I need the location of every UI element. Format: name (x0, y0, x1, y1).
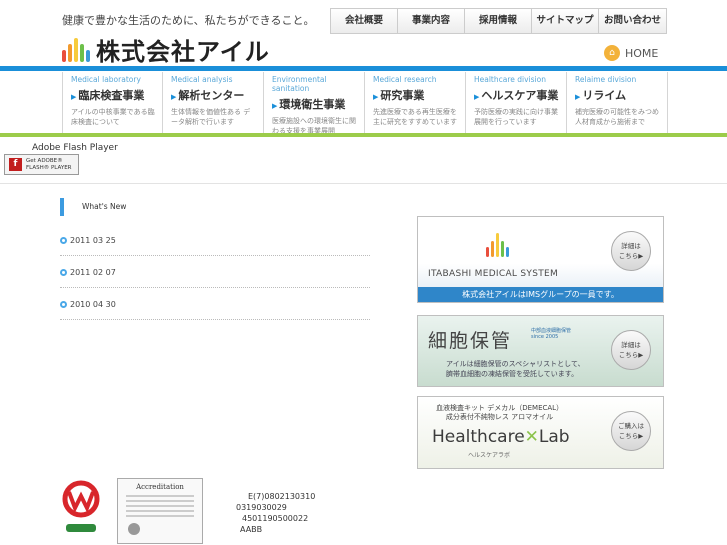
certificate-text-lines (126, 495, 194, 517)
detail-button-line1: 詳細は (621, 341, 641, 349)
division-relaime[interactable]: Relaime division リライム 補完医療の可能性をみつめ人材育成から… (567, 72, 668, 134)
home-label: HOME (625, 46, 659, 60)
detail-button-line1: 詳細は (621, 242, 641, 250)
ims-bar-text: 株式会社アイルはIMSグループの一員です。 (418, 287, 663, 302)
division-desc: 補完医療の可能性をみつめ人材育成から施術まで (575, 108, 659, 126)
brand-right: Lab (538, 427, 570, 447)
accreditation-codes: E(7)0802130310 0319030029 4501190500022 … (236, 491, 315, 535)
division-desc: アイルの中核事業である臨床検査について (71, 108, 155, 126)
badge-line2: since 2005 (531, 334, 559, 340)
news-item[interactable]: 2011 02 07 (60, 258, 370, 288)
nav-recruit[interactable]: 採用情報 (465, 9, 532, 33)
seal-icon (128, 523, 140, 535)
division-en: Relaime division (575, 75, 637, 84)
news-item[interactable]: 2011 03 25 (60, 226, 370, 256)
division-menu: Medical laboratory 臨床検査事業 アイルの中核事業である臨床検… (62, 72, 668, 135)
division-en: Healthcare division (474, 75, 546, 84)
division-jp: 環境衛生事業 (272, 96, 358, 112)
ims-name: ITABASHI MEDICAL SYSTEM (428, 269, 559, 279)
news-date: 2011 02 07 (70, 268, 116, 277)
header-band (0, 66, 727, 71)
nav-contact[interactable]: お問い合わせ (599, 9, 666, 33)
brand-cross-icon: ✕ (524, 427, 539, 447)
cell-detail-button[interactable]: 詳細は こちら▶ (611, 330, 651, 370)
accreditation-certificate: Accreditation (117, 478, 203, 544)
tagline: 健康で豊かな生活のために、私たちができること。 (62, 14, 315, 27)
division-en: Medical analysis (171, 75, 233, 84)
cell-storage-title: 細胞保管 (428, 330, 513, 352)
certificate-title: Accreditation (136, 483, 184, 491)
ims-detail-button[interactable]: 詳細は こちら▶ (611, 231, 651, 271)
code-line: 0319030029 (236, 503, 287, 512)
division-medical-research[interactable]: Medical research 研究事業 先進医療である再生医療を主に研究をす… (365, 72, 466, 134)
division-desc: 予防医療の実践に向け事業展開を行っています (474, 108, 558, 126)
news-date: 2010 04 30 (70, 300, 116, 309)
circle-bullet-icon (60, 301, 67, 308)
award-logo-icon (62, 480, 100, 532)
division-en: Medical research (373, 75, 437, 84)
healthcare-top-line2: 成分表付不純物レス アロマオイル (445, 413, 554, 421)
ims-logo-icon (62, 37, 90, 62)
news-heading: What's New (60, 198, 126, 216)
code-line: 4501190500022 (242, 514, 309, 523)
news-date: 2011 03 25 (70, 236, 116, 245)
detail-button-line2: こちら▶ (618, 252, 644, 260)
healthcare-lab-logo: Healthcare✕Lab (432, 427, 570, 447)
healthcare-lab-banner[interactable]: 血液検査キット デメカル（DEMECAL） 成分表付不純物レス アロマオイル H… (417, 396, 664, 469)
division-jp: 解析センター (171, 87, 257, 103)
ims-banner[interactable]: ITABASHI MEDICAL SYSTEM 詳細は こちら▶ 株式会社アイル… (417, 216, 664, 303)
division-environmental-sanitation[interactable]: Environmental sanitation 環境衛生事業 医療施設への環境… (264, 72, 365, 135)
cell-text-line2: 臍帯血細胞の凍結保管を受託しています。 (446, 370, 579, 378)
cell-text-line1: アイルは細胞保管のスペシャリストとして、 (446, 360, 585, 368)
cell-storage-badge: 中部血液細胞保管 since 2005 (531, 328, 571, 340)
company-logo[interactable]: 株式会社アイル (62, 32, 270, 67)
division-en: Environmental sanitation (272, 75, 327, 93)
healthcare-top-text: 血液検査キット デメカル（DEMECAL） 成分表付不純物レス アロマオイル (436, 404, 563, 422)
brand-left: Healthcare (432, 427, 525, 447)
division-jp: 臨床検査事業 (71, 87, 156, 103)
healthcare-top-line1: 血液検査キット デメカル（DEMECAL） (436, 404, 564, 412)
ims-logo-icon (486, 231, 509, 257)
healthcare-sub: ヘルスケアラボ (468, 452, 511, 459)
detail-button-line2: こちら▶ (618, 351, 644, 359)
top-nav: 会社概要 事業内容 採用情報 サイトマップ お問い合わせ (330, 8, 667, 34)
division-jp: リライム (575, 87, 661, 103)
circle-bullet-icon (60, 269, 67, 276)
cell-storage-text: アイルは細胞保管のスペシャリストとして、 臍帯血細胞の凍結保管を受託しています。 (446, 359, 585, 379)
news-item[interactable]: 2010 04 30 (60, 290, 370, 320)
division-medical-laboratory[interactable]: Medical laboratory 臨床検査事業 アイルの中核事業である臨床検… (62, 72, 163, 134)
nav-business[interactable]: 事業内容 (398, 9, 465, 33)
flash-icon: f (9, 158, 22, 171)
news-list: 2011 03 25 2011 02 07 2010 04 30 (60, 226, 370, 322)
purchase-button-line1: ご購入は (618, 422, 644, 430)
code-line: E(7)0802130310 (248, 492, 316, 501)
cell-storage-banner[interactable]: 細胞保管 中部血液細胞保管 since 2005 アイルは細胞保管のスペシャリス… (417, 315, 664, 387)
home-link[interactable]: ⌂ HOME (604, 45, 658, 61)
division-jp: 研究事業 (373, 87, 459, 103)
menu-underline (0, 133, 727, 137)
division-desc: 生体情報を価値性ある データ解析で行います (171, 108, 251, 126)
nav-sitemap[interactable]: サイトマップ (532, 9, 599, 33)
company-name: 株式会社アイル (96, 38, 270, 66)
purchase-button-line2: こちら▶ (618, 432, 644, 440)
flash-button-line2: FLASH® PLAYER (26, 164, 72, 171)
division-medical-analysis[interactable]: Medical analysis 解析センター 生体情報を価値性ある データ解析… (163, 72, 264, 134)
flash-button-text: Get ADOBE® FLASH® PLAYER (26, 158, 72, 172)
division-desc: 先進医療である再生医療を主に研究をすすめています (373, 108, 457, 126)
purchase-button[interactable]: ご購入は こちら▶ (611, 411, 651, 451)
circle-bullet-icon (60, 237, 67, 244)
get-flash-player-button[interactable]: f Get ADOBE® FLASH® PLAYER (4, 154, 79, 175)
division-jp: ヘルスケア事業 (474, 87, 560, 103)
flash-button-line1: Get ADOBE® (26, 157, 63, 164)
code-line: AABB (240, 525, 263, 534)
content-divider (0, 183, 727, 184)
division-healthcare[interactable]: Healthcare division ヘルスケア事業 予防医療の実践に向け事業… (466, 72, 567, 134)
flash-label: Adobe Flash Player (32, 143, 118, 153)
home-icon: ⌂ (604, 45, 620, 61)
division-en: Medical laboratory (71, 75, 141, 84)
nav-company-profile[interactable]: 会社概要 (331, 9, 398, 33)
